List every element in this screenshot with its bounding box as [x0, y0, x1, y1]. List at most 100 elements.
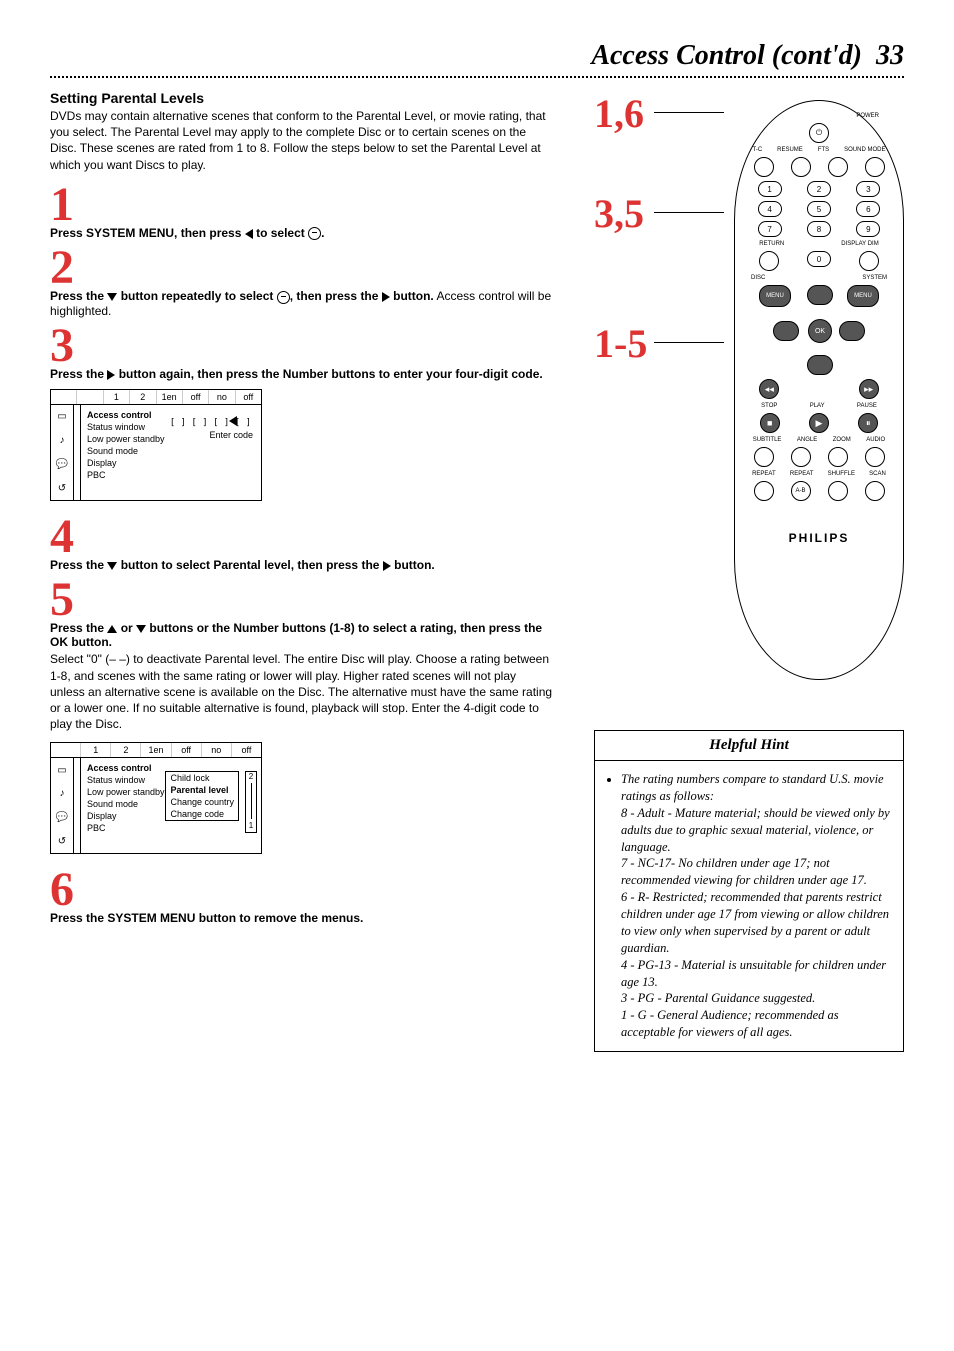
callout-1-6: 1,6: [594, 90, 644, 137]
step-1-number: 1: [50, 183, 554, 226]
sound-icon: ♪: [60, 788, 65, 799]
repeat-ab-button[interactable]: A-B: [791, 481, 811, 501]
resume-label: RESUME: [777, 147, 803, 153]
osd1-top-7: off: [236, 390, 261, 404]
dpad-right[interactable]: [839, 321, 865, 341]
osd2-rating-scale: 2 1: [245, 771, 257, 833]
tc-button[interactable]: [754, 157, 774, 177]
osd2-sub-2: Change country: [166, 796, 238, 808]
step-5-number: 5: [50, 578, 554, 621]
osd2-top-3: 1en: [141, 743, 171, 757]
tc-label: T-C: [752, 147, 762, 153]
osd1-item-4: Display: [85, 457, 257, 469]
shuffle-button[interactable]: [828, 481, 848, 501]
step-4-c: button.: [391, 558, 435, 572]
osd2-scale-bot: 1: [246, 821, 256, 830]
repeat-label: REPEAT: [752, 471, 776, 477]
num-4[interactable]: 4: [758, 201, 782, 217]
sound-mode-label: SOUND MODE: [844, 147, 885, 153]
step-1-a: Press SYSTEM MENU, then press: [50, 226, 245, 240]
section-intro: DVDs may contain alternative scenes that…: [50, 108, 554, 173]
osd1-item-5: PBC: [85, 469, 257, 481]
right-arrow-icon: [382, 292, 390, 302]
osd1-top-1: [77, 390, 103, 404]
play-button[interactable]: ▶: [809, 413, 829, 433]
hint-r8: 8 - Adult - Mature material; should be v…: [621, 806, 890, 854]
osd-menu-1: 1 2 1en off no off ▭ ♪ 💬 ↺ Access contro…: [50, 389, 262, 501]
dpad: MENU MENU OK: [759, 285, 879, 375]
disc-label: DISC: [751, 275, 765, 281]
resume-button[interactable]: [791, 157, 811, 177]
stop-button[interactable]: ■: [760, 413, 780, 433]
features-icon: [277, 291, 290, 304]
osd2-scale-top: 2: [246, 772, 256, 781]
down-arrow-icon: [107, 293, 117, 301]
hint-r3: 3 - PG - Parental Guidance suggested.: [621, 991, 815, 1005]
speech-icon: 💬: [56, 459, 68, 470]
num-1[interactable]: 1: [758, 181, 782, 197]
num-0[interactable]: 0: [807, 251, 831, 267]
callout-1-5: 1-5: [594, 320, 647, 367]
audio-label: AUDIO: [866, 437, 885, 443]
angle-button[interactable]: [791, 447, 811, 467]
step-1-b: to select: [253, 226, 308, 240]
zoom-button[interactable]: [828, 447, 848, 467]
step-1-text: Press SYSTEM MENU, then press to select …: [50, 226, 554, 240]
osd2-top-0: [51, 743, 81, 757]
fts-button[interactable]: [828, 157, 848, 177]
num-3[interactable]: 3: [856, 181, 880, 197]
num-8[interactable]: 8: [807, 221, 831, 237]
disc-menu-button[interactable]: MENU: [759, 285, 791, 307]
osd1-code-slots: [ ] [ ] [ ] [ ]: [170, 418, 251, 428]
callout-1-5-text: 1-5: [594, 321, 647, 366]
left-arrow-icon: [245, 229, 253, 239]
osd1-enter-code: Enter code: [209, 430, 253, 440]
osd1-top-5: off: [183, 390, 209, 404]
dpad-up[interactable]: [807, 285, 833, 305]
osd2-item-5: PBC: [85, 822, 257, 834]
hint-title: Helpful Hint: [595, 731, 903, 761]
display-dim-button[interactable]: [859, 251, 879, 271]
ok-button[interactable]: OK: [808, 319, 832, 343]
num-6[interactable]: 6: [856, 201, 880, 217]
step-5-a: Press the: [50, 621, 107, 635]
down-arrow-icon: [107, 562, 117, 570]
dpad-down[interactable]: [807, 355, 833, 375]
shuffle-label: SHUFFLE: [828, 471, 855, 477]
prev-button[interactable]: ◂◂: [759, 379, 779, 399]
repeat-button[interactable]: [754, 481, 774, 501]
helpful-hint-box: Helpful Hint The rating numbers compare …: [594, 730, 904, 1052]
hint-r1: 1 - G - General Audience; recommended as…: [621, 1008, 839, 1039]
system-menu-button[interactable]: MENU: [847, 285, 879, 307]
osd1-top-3: 2: [130, 390, 156, 404]
osd1-icon-col: ▭ ♪ 💬 ↺: [51, 405, 74, 500]
osd2-top-5: no: [202, 743, 232, 757]
num-5[interactable]: 5: [807, 201, 831, 217]
audio-button[interactable]: [865, 447, 885, 467]
features-nav-icon: ↺: [58, 483, 66, 494]
scan-button[interactable]: [865, 481, 885, 501]
power-button[interactable]: ⏻: [809, 123, 829, 143]
repeat-ab-label: REPEAT: [790, 471, 814, 477]
osd1-top-2: 1: [104, 390, 130, 404]
dpad-left[interactable]: [773, 321, 799, 341]
step-3-b: button again, then press the Number butt…: [115, 367, 542, 381]
num-7[interactable]: 7: [758, 221, 782, 237]
return-button[interactable]: [759, 251, 779, 271]
step-3-text: Press the button again, then press the N…: [50, 367, 554, 381]
brand-logo: PHILIPS: [745, 531, 893, 545]
step-2-a: Press the: [50, 289, 107, 303]
step-2-b: button repeatedly to select: [117, 289, 276, 303]
return-label: RETURN: [759, 241, 784, 247]
num-9[interactable]: 9: [856, 221, 880, 237]
features-nav-icon: ↺: [58, 836, 66, 847]
next-button[interactable]: ▸▸: [859, 379, 879, 399]
sound-mode-button[interactable]: [865, 157, 885, 177]
subtitle-button[interactable]: [754, 447, 774, 467]
right-arrow-icon: [383, 561, 391, 571]
pause-button[interactable]: ⏸: [858, 413, 878, 433]
osd2-sub-0: Child lock: [166, 772, 238, 784]
osd2-top-1: 1: [81, 743, 111, 757]
num-2[interactable]: 2: [807, 181, 831, 197]
step-4-text: Press the button to select Parental leve…: [50, 558, 554, 572]
